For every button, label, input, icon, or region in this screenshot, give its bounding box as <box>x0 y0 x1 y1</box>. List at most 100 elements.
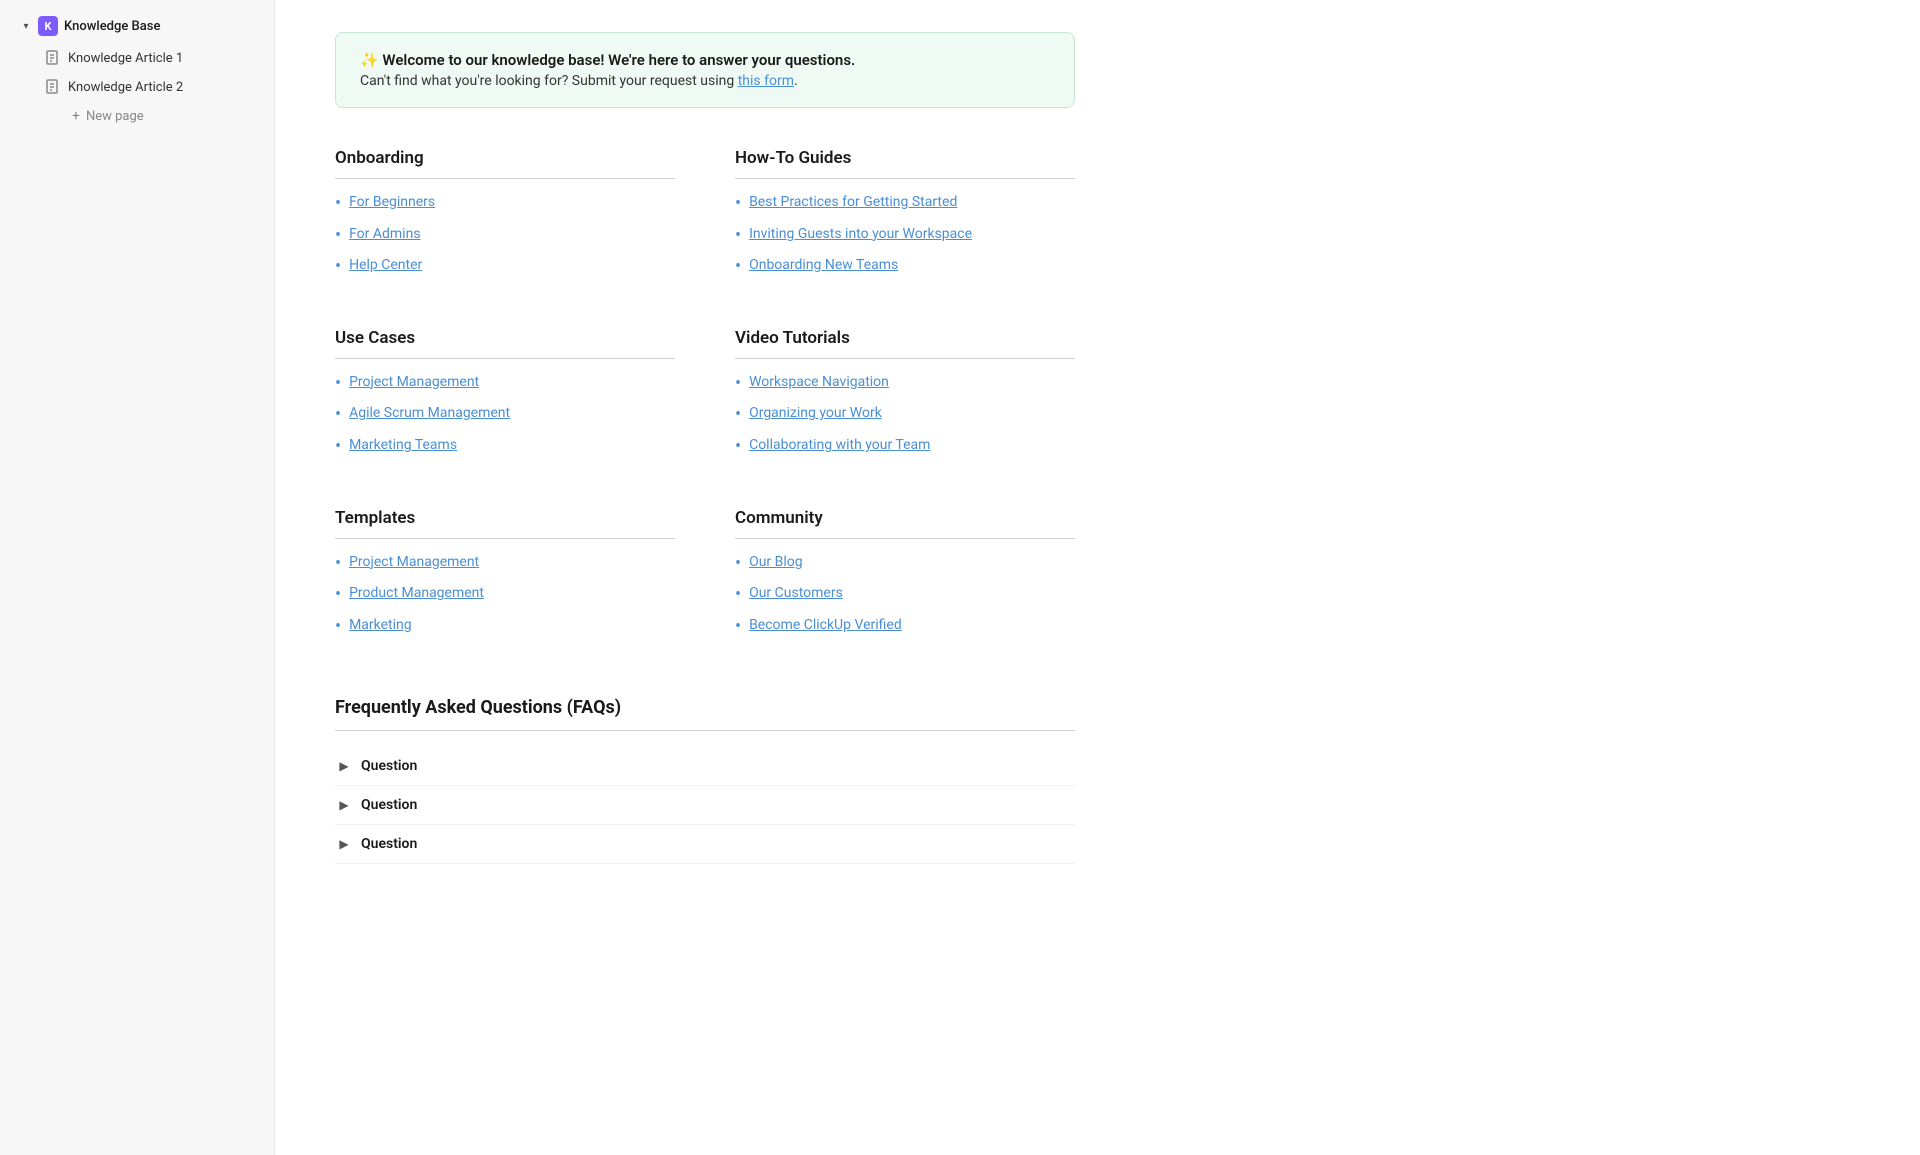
bullet-icon: • <box>735 225 741 247</box>
templates-link-3[interactable]: Marketing <box>349 616 412 636</box>
howto-link-2[interactable]: Inviting Guests into your Workspace <box>749 225 972 245</box>
faq-question-3: Question <box>361 836 417 852</box>
welcome-subtitle-before: Can't find what you're looking for? Subm… <box>360 73 738 89</box>
section-list-how-to: • Best Practices for Getting Started • I… <box>735 193 1075 278</box>
section-list-use-cases: • Project Management • Agile Scrum Manag… <box>335 373 675 458</box>
sidebar-children: Knowledge Article 1 Knowledge Article 2 … <box>28 44 274 129</box>
section-list-templates: • Project Management • Product Managemen… <box>335 553 675 638</box>
community-link-2[interactable]: Our Customers <box>749 584 843 604</box>
use-cases-link-3[interactable]: Marketing Teams <box>349 436 457 456</box>
sidebar-item-knowledge-article-2[interactable]: Knowledge Article 2 <box>34 73 268 101</box>
bullet-icon: • <box>735 256 741 278</box>
use-cases-link-1[interactable]: Project Management <box>349 373 479 393</box>
welcome-form-link[interactable]: this form <box>738 73 794 89</box>
bullet-icon: • <box>335 373 341 395</box>
faq-section: Frequently Asked Questions (FAQs) ▶ Ques… <box>335 697 1075 864</box>
faq-item-3[interactable]: ▶ Question <box>335 825 1075 864</box>
list-item: • Help Center <box>335 256 675 278</box>
bullet-icon: • <box>335 436 341 458</box>
sidebar-item-knowledge-base[interactable]: ▾ K Knowledge Base <box>6 10 268 42</box>
bullet-icon: • <box>335 616 341 638</box>
list-item: • Workspace Navigation <box>735 373 1075 395</box>
welcome-title: ✨ Welcome to our knowledge base! We're h… <box>360 51 1050 69</box>
list-item: • Agile Scrum Management <box>335 404 675 426</box>
doc-icon <box>44 49 62 67</box>
video-link-3[interactable]: Collaborating with your Team <box>749 436 930 456</box>
faq-question-2: Question <box>361 797 417 813</box>
section-templates: Templates • Project Management • Product… <box>335 508 675 648</box>
sections-grid: Onboarding • For Beginners • For Admins … <box>335 148 1075 647</box>
doc-icon-2 <box>44 78 62 96</box>
faq-question-1: Question <box>361 758 417 774</box>
faq-divider <box>335 730 1075 731</box>
section-title-how-to-guides: How-To Guides <box>735 148 1075 168</box>
use-cases-link-2[interactable]: Agile Scrum Management <box>349 404 510 424</box>
onboarding-link-2[interactable]: For Admins <box>349 225 420 245</box>
bullet-icon: • <box>335 404 341 426</box>
section-how-to-guides: How-To Guides • Best Practices for Getti… <box>735 148 1075 288</box>
bullet-icon: • <box>735 193 741 215</box>
community-link-1[interactable]: Our Blog <box>749 553 803 573</box>
list-item: • Collaborating with your Team <box>735 436 1075 458</box>
welcome-subtitle-after: . <box>794 73 798 89</box>
section-use-cases: Use Cases • Project Management • Agile S… <box>335 328 675 468</box>
section-divider-templates <box>335 538 675 539</box>
onboarding-link-1[interactable]: For Beginners <box>349 193 435 213</box>
section-community: Community • Our Blog • Our Customers • B… <box>735 508 1075 648</box>
welcome-subtitle: Can't find what you're looking for? Subm… <box>360 73 1050 89</box>
list-item: • Become ClickUp Verified <box>735 616 1075 638</box>
howto-link-3[interactable]: Onboarding New Teams <box>749 256 898 276</box>
list-item: • Marketing Teams <box>335 436 675 458</box>
faq-item-1[interactable]: ▶ Question <box>335 747 1075 786</box>
list-item: • Best Practices for Getting Started <box>735 193 1075 215</box>
bullet-icon: • <box>735 584 741 606</box>
section-list-community: • Our Blog • Our Customers • Become Clic… <box>735 553 1075 638</box>
templates-link-1[interactable]: Project Management <box>349 553 479 573</box>
community-link-3[interactable]: Become ClickUp Verified <box>749 616 902 636</box>
chevron-down-icon: ▾ <box>18 18 34 34</box>
bullet-icon: • <box>735 553 741 575</box>
howto-link-1[interactable]: Best Practices for Getting Started <box>749 193 957 213</box>
section-title-use-cases: Use Cases <box>335 328 675 348</box>
faq-title: Frequently Asked Questions (FAQs) <box>335 697 1075 718</box>
chevron-right-icon: ▶ <box>335 835 353 853</box>
video-link-1[interactable]: Workspace Navigation <box>749 373 889 393</box>
section-divider-onboarding <box>335 178 675 179</box>
section-title-community: Community <box>735 508 1075 528</box>
section-divider-use-cases <box>335 358 675 359</box>
welcome-emoji: ✨ <box>360 51 382 69</box>
bullet-icon: • <box>335 193 341 215</box>
list-item: • Onboarding New Teams <box>735 256 1075 278</box>
list-item: • For Beginners <box>335 193 675 215</box>
sidebar-child-label-2: Knowledge Article 2 <box>68 80 183 95</box>
video-link-2[interactable]: Organizing your Work <box>749 404 882 424</box>
section-video-tutorials: Video Tutorials • Workspace Navigation •… <box>735 328 1075 468</box>
kb-icon: K <box>38 16 58 36</box>
section-list-video: • Workspace Navigation • Organizing your… <box>735 373 1075 458</box>
sidebar-item-knowledge-article-1[interactable]: Knowledge Article 1 <box>34 44 268 72</box>
section-divider-community <box>735 538 1075 539</box>
chevron-right-icon: ▶ <box>335 796 353 814</box>
section-title-templates: Templates <box>335 508 675 528</box>
new-page-button[interactable]: + New page <box>62 103 268 129</box>
bullet-icon: • <box>735 404 741 426</box>
list-item: • For Admins <box>335 225 675 247</box>
list-item: • Project Management <box>335 373 675 395</box>
list-item: • Our Blog <box>735 553 1075 575</box>
bullet-icon: • <box>335 553 341 575</box>
list-item: • Product Management <box>335 584 675 606</box>
section-title-video-tutorials: Video Tutorials <box>735 328 1075 348</box>
chevron-right-icon: ▶ <box>335 757 353 775</box>
templates-link-2[interactable]: Product Management <box>349 584 484 604</box>
section-onboarding: Onboarding • For Beginners • For Admins … <box>335 148 675 288</box>
bullet-icon: • <box>735 373 741 395</box>
new-page-label: New page <box>86 109 144 124</box>
list-item: • Our Customers <box>735 584 1075 606</box>
onboarding-link-3[interactable]: Help Center <box>349 256 422 276</box>
section-title-onboarding: Onboarding <box>335 148 675 168</box>
list-item: • Project Management <box>335 553 675 575</box>
faq-item-2[interactable]: ▶ Question <box>335 786 1075 825</box>
sidebar-child-label-1: Knowledge Article 1 <box>68 51 183 66</box>
bullet-icon: • <box>335 225 341 247</box>
bullet-icon: • <box>735 616 741 638</box>
